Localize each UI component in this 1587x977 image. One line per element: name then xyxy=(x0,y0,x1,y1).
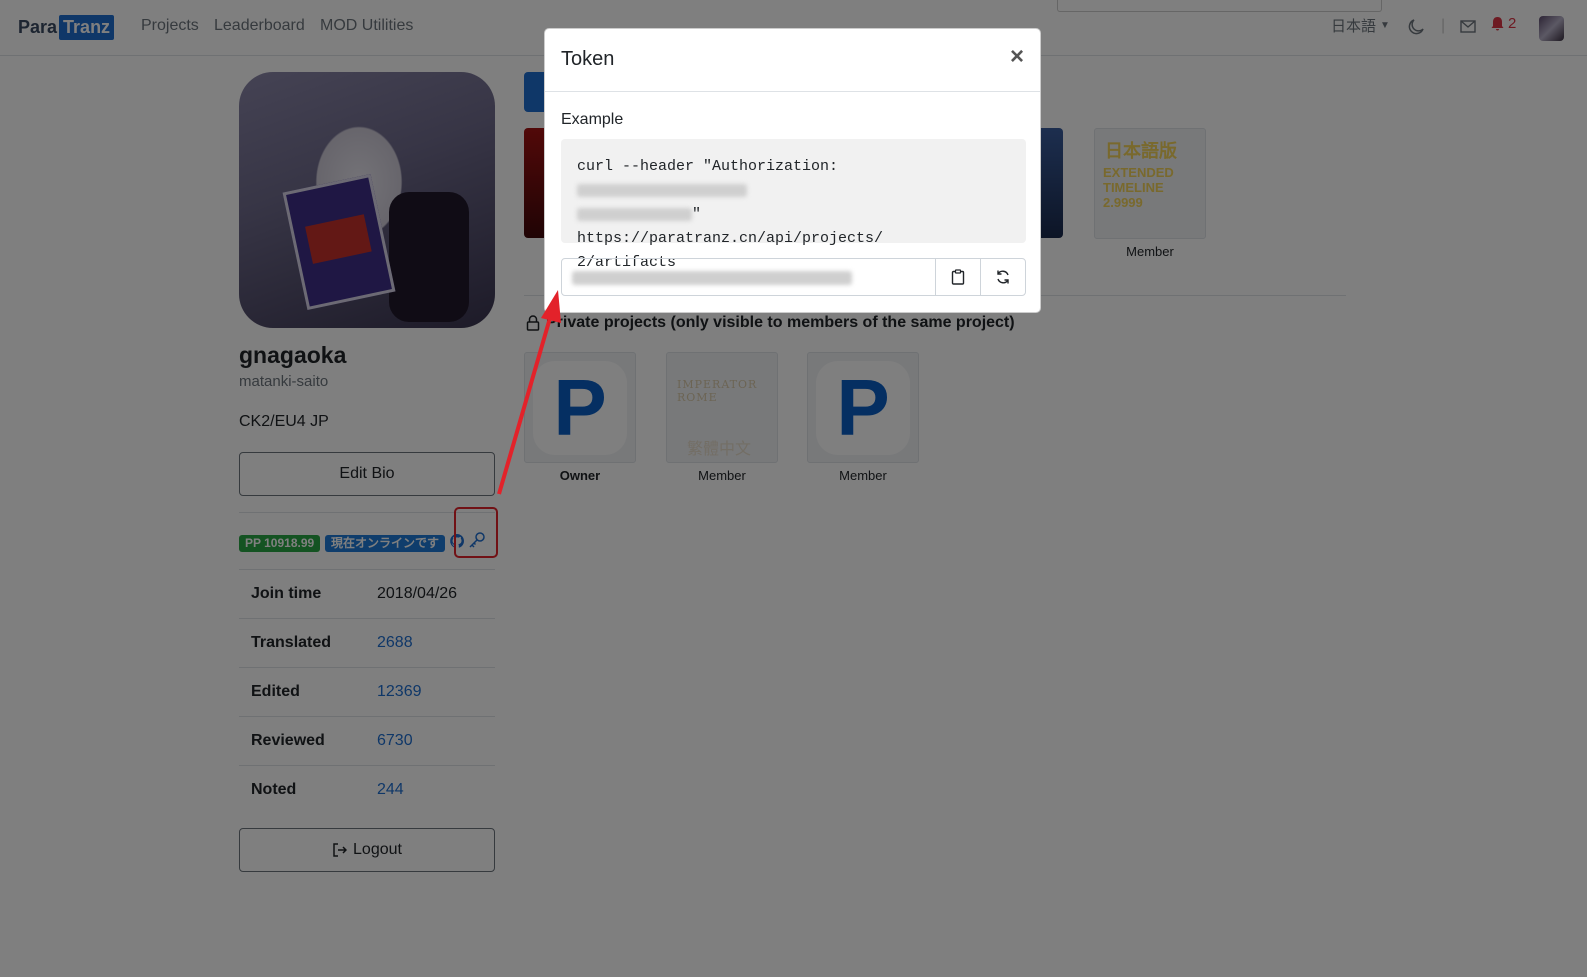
clipboard-icon xyxy=(951,269,965,285)
modal-title: Token xyxy=(561,48,615,70)
redacted-token xyxy=(572,271,852,285)
code-prefix: curl --header "Authorization: xyxy=(577,158,839,175)
modal-header: Token × xyxy=(545,29,1040,92)
redacted-token xyxy=(577,183,747,197)
redacted-token xyxy=(577,207,692,221)
token-input-group xyxy=(561,258,1026,296)
curl-example-code: curl --header "Authorization: " https://… xyxy=(561,139,1026,271)
example-label: Example xyxy=(561,111,624,128)
regenerate-token-button[interactable] xyxy=(980,259,1025,295)
token-input[interactable] xyxy=(562,259,935,295)
close-icon[interactable]: × xyxy=(1010,45,1024,69)
refresh-icon xyxy=(997,270,1009,284)
token-modal: Token × Example curl --header "Authoriza… xyxy=(544,28,1041,313)
copy-token-button[interactable] xyxy=(935,259,980,295)
